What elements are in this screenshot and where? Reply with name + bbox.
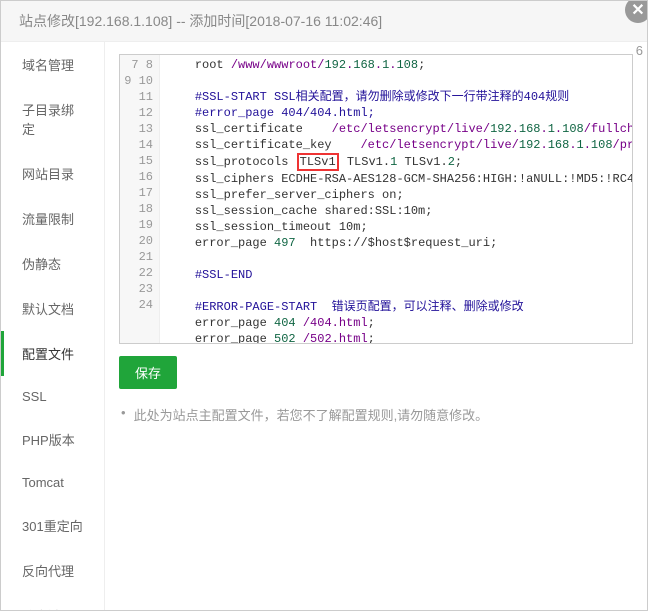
sidebar-item-config-file[interactable]: 配置文件 [1,331,104,376]
sidebar-item-reverse-proxy[interactable]: 反向代理 [1,548,104,593]
dialog-title: 站点修改[192.168.1.108] -- 添加时间[2018-07-16 1… [19,13,382,29]
sidebar-item-anti-leech[interactable]: 防盗链 [1,593,104,611]
sidebar-item-traffic-limit[interactable]: 流量限制 [1,196,104,241]
dialog-header: 站点修改[192.168.1.108] -- 添加时间[2018-07-16 1… [1,1,647,42]
sidebar-item-php-version[interactable]: PHP版本 [1,417,104,462]
sidebar: 域名管理子目录绑定网站目录流量限制伪静态默认文档配置文件SSLPHP版本Tomc… [1,42,105,611]
editor-code[interactable]: root /www/wwwroot/192.168.1.108; #SSL-ST… [160,55,632,343]
sidebar-item-subdir-bind[interactable]: 子目录绑定 [1,87,104,151]
sidebar-item-pseudo-static[interactable]: 伪静态 [1,241,104,286]
overflow-char: 6 [636,43,643,58]
editor-gutter: 7 8 9 10 11 12 13 14 15 16 17 18 19 20 2… [120,55,160,343]
sidebar-item-redirect-301[interactable]: 301重定向 [1,503,104,548]
sidebar-item-domain-manage[interactable]: 域名管理 [1,42,104,87]
highlighted-token: TLSv1 [297,153,339,171]
note-text: 此处为站点主配置文件，若您不了解配置规则,请勿随意修改。 [134,405,489,424]
main-panel: 7 8 9 10 11 12 13 14 15 16 17 18 19 20 2… [105,42,647,611]
save-button[interactable]: 保存 [119,356,177,389]
config-editor[interactable]: 7 8 9 10 11 12 13 14 15 16 17 18 19 20 2… [119,54,633,344]
sidebar-item-ssl[interactable]: SSL [1,376,104,417]
close-icon[interactable]: ✕ [625,0,648,23]
sidebar-item-site-dir[interactable]: 网站目录 [1,151,104,196]
config-note: 此处为站点主配置文件，若您不了解配置规则,请勿随意修改。 [119,401,633,424]
sidebar-item-default-doc[interactable]: 默认文档 [1,286,104,331]
sidebar-item-tomcat[interactable]: Tomcat [1,462,104,503]
